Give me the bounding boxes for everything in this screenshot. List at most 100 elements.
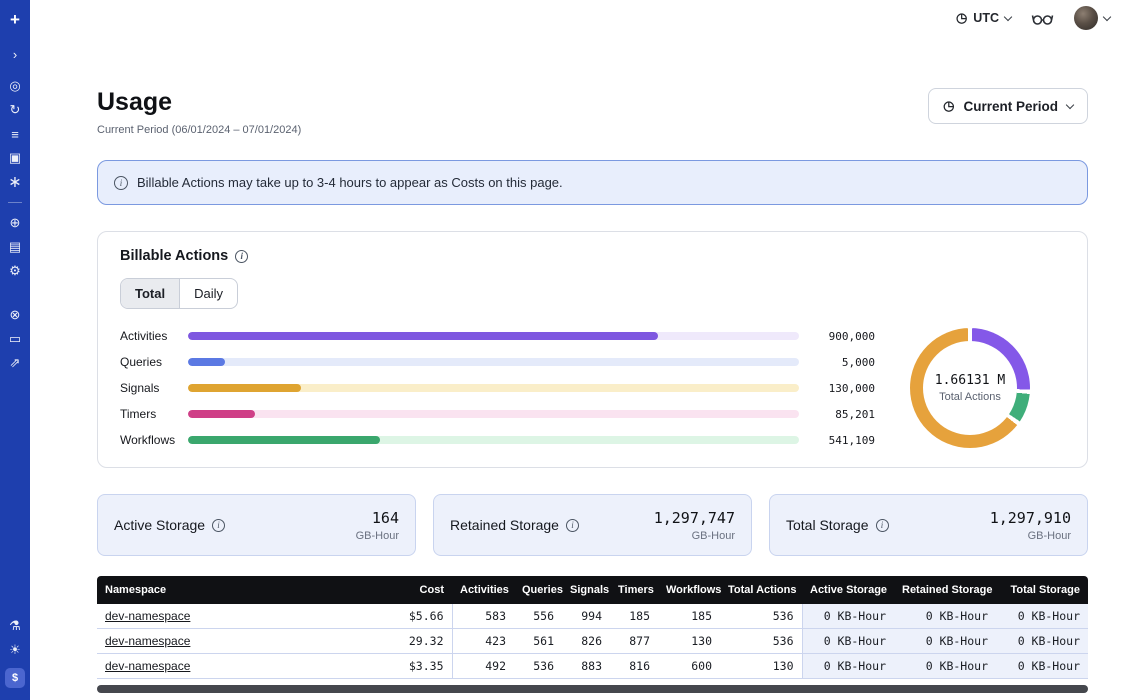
cost-cell: 29.32	[347, 629, 452, 654]
retained-storage-cell: 0 KB-Hour	[894, 629, 996, 654]
activities-cell: 583	[452, 604, 514, 629]
retained-storage-unit: GB-Hour	[654, 530, 735, 542]
bar-row: Signals 130,000	[120, 375, 875, 401]
cloud-icon[interactable]: ⊕	[0, 211, 30, 235]
timers-cell: 877	[610, 629, 658, 654]
info-icon[interactable]: i	[876, 519, 889, 532]
chevron-down-icon	[1066, 100, 1074, 108]
table-row: dev-namespace $3.35 492 536 883 816 600 …	[97, 654, 1088, 679]
sidebar-divider	[8, 202, 22, 203]
bar-value: 541,109	[811, 434, 875, 447]
page-title: Usage	[97, 88, 301, 117]
stopwatch-icon: ◷	[943, 98, 954, 114]
bar-fill	[188, 384, 301, 392]
retained-storage-cell: 0 KB-Hour	[894, 654, 996, 679]
active-storage-unit: GB-Hour	[356, 530, 399, 542]
info-icon: i	[114, 176, 128, 190]
getting-started-icon[interactable]: ⇗	[0, 351, 30, 375]
active-storage-card: Active Storage i 164 GB-Hour	[97, 494, 416, 556]
user-avatar	[1074, 6, 1098, 30]
table-header-row: Namespace Cost Activities Queries Signal…	[97, 576, 1088, 604]
glasses-button[interactable]	[1031, 11, 1054, 26]
chevron-down-icon	[1103, 12, 1111, 20]
temporal-logo-icon[interactable]: +	[10, 8, 20, 32]
info-icon[interactable]: i	[235, 250, 248, 263]
retained-storage-cell: 0 KB-Hour	[894, 604, 996, 629]
total-storage-cell: 0 KB-Hour	[996, 629, 1088, 654]
billable-actions-title: Billable Actions	[120, 248, 228, 264]
signals-cell: 826	[562, 629, 610, 654]
billable-actions-chart: Activities 900,000 Queries 5,000 Signals…	[120, 323, 1065, 453]
clock-icon: ◷	[956, 10, 967, 26]
cost-cell: $3.35	[347, 654, 452, 679]
total-storage-cell: 0 KB-Hour	[996, 604, 1088, 629]
signals-cell: 994	[562, 604, 610, 629]
namespaces-icon[interactable]: ◎	[0, 74, 30, 98]
total-storage-value: 1,297,910	[990, 509, 1071, 527]
bar-row: Activities 900,000	[120, 323, 875, 349]
support-lifebuoy-icon[interactable]: ⊗	[0, 303, 30, 327]
activities-cell: 423	[452, 629, 514, 654]
page-subtitle: Current Period (06/01/2024 – 07/01/2024)	[97, 124, 301, 136]
active-storage-cell: 0 KB-Hour	[802, 604, 894, 629]
total-actions-cell: 536	[720, 629, 802, 654]
col-signals: Signals	[562, 576, 610, 604]
bar-track	[188, 410, 799, 418]
timezone-selector[interactable]: ◷ UTC	[956, 10, 1011, 26]
theme-sun-icon[interactable]: ☀	[0, 638, 30, 662]
info-icon[interactable]: i	[212, 519, 225, 532]
bar-fill	[188, 410, 255, 418]
signals-cell: 883	[562, 654, 610, 679]
workflows-cell: 185	[658, 604, 720, 629]
bar-value: 85,201	[811, 408, 875, 421]
billable-actions-card: Billable Actions i Total Daily Activitie…	[97, 231, 1088, 468]
namespace-link[interactable]: dev-namespace	[105, 659, 190, 673]
col-queries: Queries	[514, 576, 562, 604]
cost-cell: $5.66	[347, 604, 452, 629]
namespace-link[interactable]: dev-namespace	[105, 609, 190, 623]
expand-sidebar-icon[interactable]: ›	[0, 42, 30, 66]
total-actions-cell: 536	[720, 604, 802, 629]
billing-icon[interactable]: ▤	[0, 235, 30, 259]
active-storage-cell: 0 KB-Hour	[802, 629, 894, 654]
chevron-down-icon	[1004, 12, 1012, 20]
tab-total[interactable]: Total	[121, 279, 180, 308]
deployments-icon[interactable]: ▣	[0, 146, 30, 170]
table-row: dev-namespace 29.32 423 561 826 877 130 …	[97, 629, 1088, 654]
info-icon[interactable]: i	[566, 519, 579, 532]
docs-icon[interactable]: ▭	[0, 327, 30, 351]
nexus-icon[interactable]: ∗	[0, 170, 30, 194]
active-storage-cell: 0 KB-Hour	[802, 654, 894, 679]
bar-value: 130,000	[811, 382, 875, 395]
queries-cell: 556	[514, 604, 562, 629]
namespace-link[interactable]: dev-namespace	[105, 634, 190, 648]
col-timers: Timers	[610, 576, 658, 604]
col-namespace: Namespace	[97, 576, 347, 604]
credits-dollar-icon[interactable]: $	[5, 668, 25, 688]
bar-track	[188, 384, 799, 392]
user-menu[interactable]	[1074, 6, 1110, 30]
bar-track	[188, 436, 799, 444]
total-storage-card: Total Storage i 1,297,910 GB-Hour	[769, 494, 1088, 556]
sidebar-nav: + › ◎ ↻ ≡ ▣ ∗ ⊕ ▤ ⚙ ⊗ ▭ ⇗ ⚗ ☀ $	[0, 0, 30, 700]
col-activities: Activities	[452, 576, 514, 604]
bar-value: 5,000	[811, 356, 875, 369]
period-button-label: Current Period	[963, 99, 1058, 114]
tab-daily[interactable]: Daily	[180, 279, 237, 308]
timezone-label: UTC	[973, 11, 999, 25]
horizontal-scrollbar[interactable]	[97, 685, 1088, 693]
timers-cell: 816	[610, 654, 658, 679]
col-active-storage: Active Storage	[802, 576, 894, 604]
bar-label: Activities	[120, 329, 188, 343]
total-storage-label: Total Storage	[786, 517, 869, 533]
total-storage-unit: GB-Hour	[990, 530, 1071, 542]
labs-flask-icon[interactable]: ⚗	[0, 614, 30, 638]
period-selector-button[interactable]: ◷ Current Period	[928, 88, 1088, 124]
settings-gear-icon[interactable]: ⚙	[0, 259, 30, 283]
schedules-icon[interactable]: ↻	[0, 98, 30, 122]
table-row: dev-namespace $5.66 583 556 994 185 185 …	[97, 604, 1088, 629]
col-workflows: Workflows	[658, 576, 720, 604]
stack-icon[interactable]: ≡	[0, 122, 30, 146]
donut-chart-wrap: 1.66131 M Total Actions	[875, 328, 1065, 448]
bar-row: Timers 85,201	[120, 401, 875, 427]
